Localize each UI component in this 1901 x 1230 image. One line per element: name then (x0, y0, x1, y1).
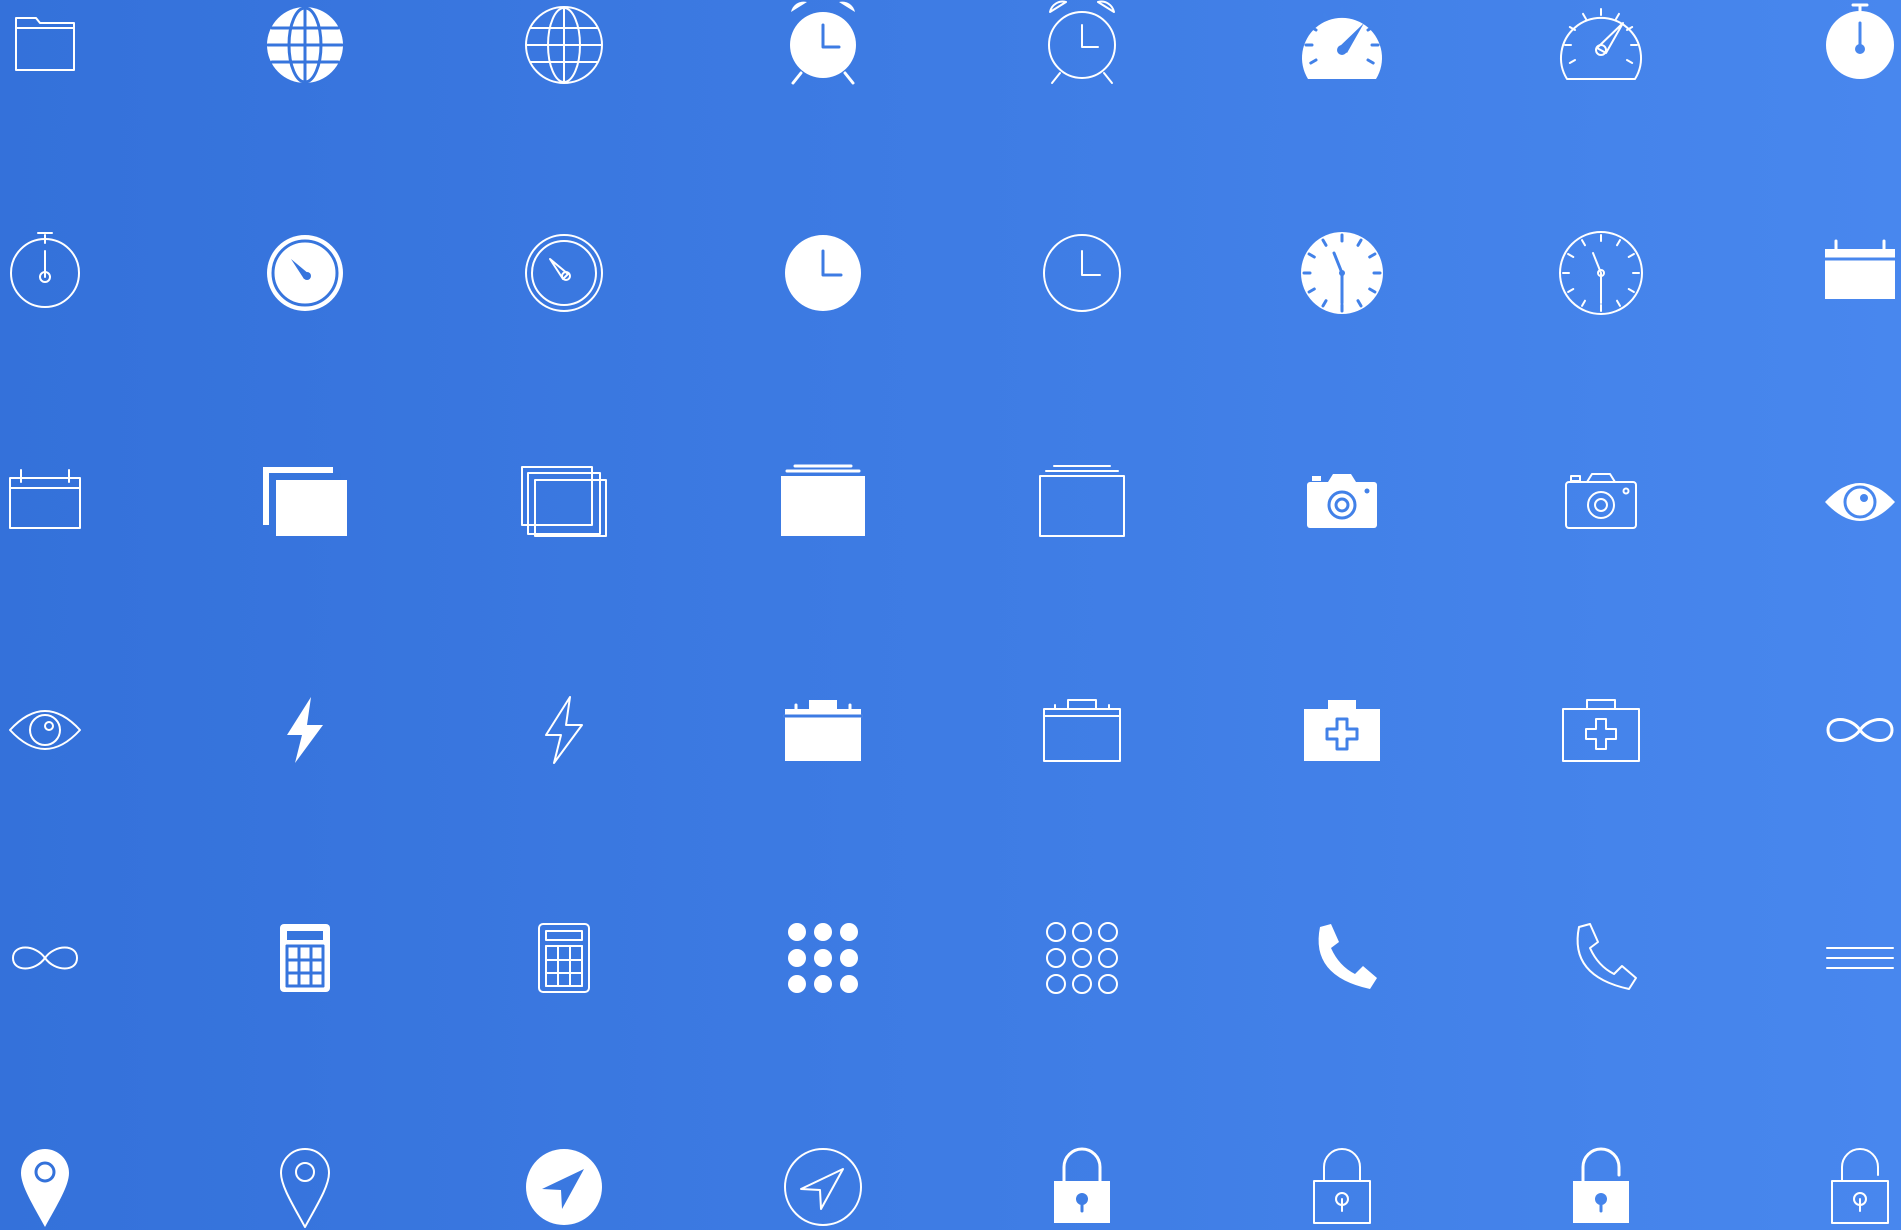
menu-lines-icon (1826, 947, 1894, 969)
unlock-icon (1573, 1147, 1629, 1223)
speedometer-icon (1560, 8, 1642, 80)
calendar-icon (1823, 239, 1897, 299)
first-aid-kit-icon (1562, 699, 1640, 762)
location-pin-icon (280, 1148, 330, 1228)
lock-icon (1054, 1147, 1110, 1223)
eye-icon (1825, 483, 1895, 521)
camera-icon (1307, 474, 1377, 528)
icon-sheet (0, 0, 1901, 1230)
clock-icon (1043, 234, 1121, 312)
folder-icon (15, 17, 75, 71)
copy-windows-icon (263, 467, 347, 536)
calculator-icon (280, 924, 330, 992)
watch-face-icon (1301, 232, 1383, 314)
clock-icon (785, 235, 861, 311)
stopwatch-icon (10, 232, 80, 308)
keypad-icon (1046, 922, 1118, 994)
watch-face-icon (1559, 231, 1643, 315)
timer-icon (267, 235, 343, 311)
navigation-arrow-icon (784, 1148, 862, 1226)
first-aid-kit-icon (1304, 700, 1380, 761)
phone-icon (1318, 924, 1377, 989)
phone-icon (1576, 923, 1637, 990)
keypad-icon (788, 923, 858, 993)
globe-icon (525, 6, 603, 84)
stacked-folder-icon (1039, 465, 1125, 537)
infinity-icon (12, 946, 78, 970)
lock-icon (1313, 1148, 1371, 1224)
lightning-bolt-icon (545, 696, 583, 764)
eye-icon (9, 710, 81, 750)
infinity-icon (1826, 718, 1894, 742)
timer-icon (525, 234, 603, 312)
location-pin-icon (21, 1149, 69, 1227)
globe-icon (266, 6, 344, 84)
briefcase-icon (1043, 699, 1121, 762)
briefcase-icon (783, 700, 863, 761)
calendar-icon (9, 469, 81, 529)
alarm-clock-icon (790, 1, 856, 85)
stacked-folder-icon (781, 464, 865, 536)
calculator-icon (538, 923, 590, 993)
lightning-bolt-icon (287, 697, 323, 763)
unlock-icon (1831, 1148, 1889, 1224)
camera-icon (1565, 473, 1637, 529)
speedometer-icon (1302, 7, 1382, 79)
icon-grid (9, 0, 1897, 1228)
alarm-clock-icon (1048, 0, 1116, 84)
copy-windows-icon (521, 466, 607, 537)
stopwatch-icon (1826, 3, 1894, 79)
navigation-arrow-icon (526, 1149, 602, 1225)
